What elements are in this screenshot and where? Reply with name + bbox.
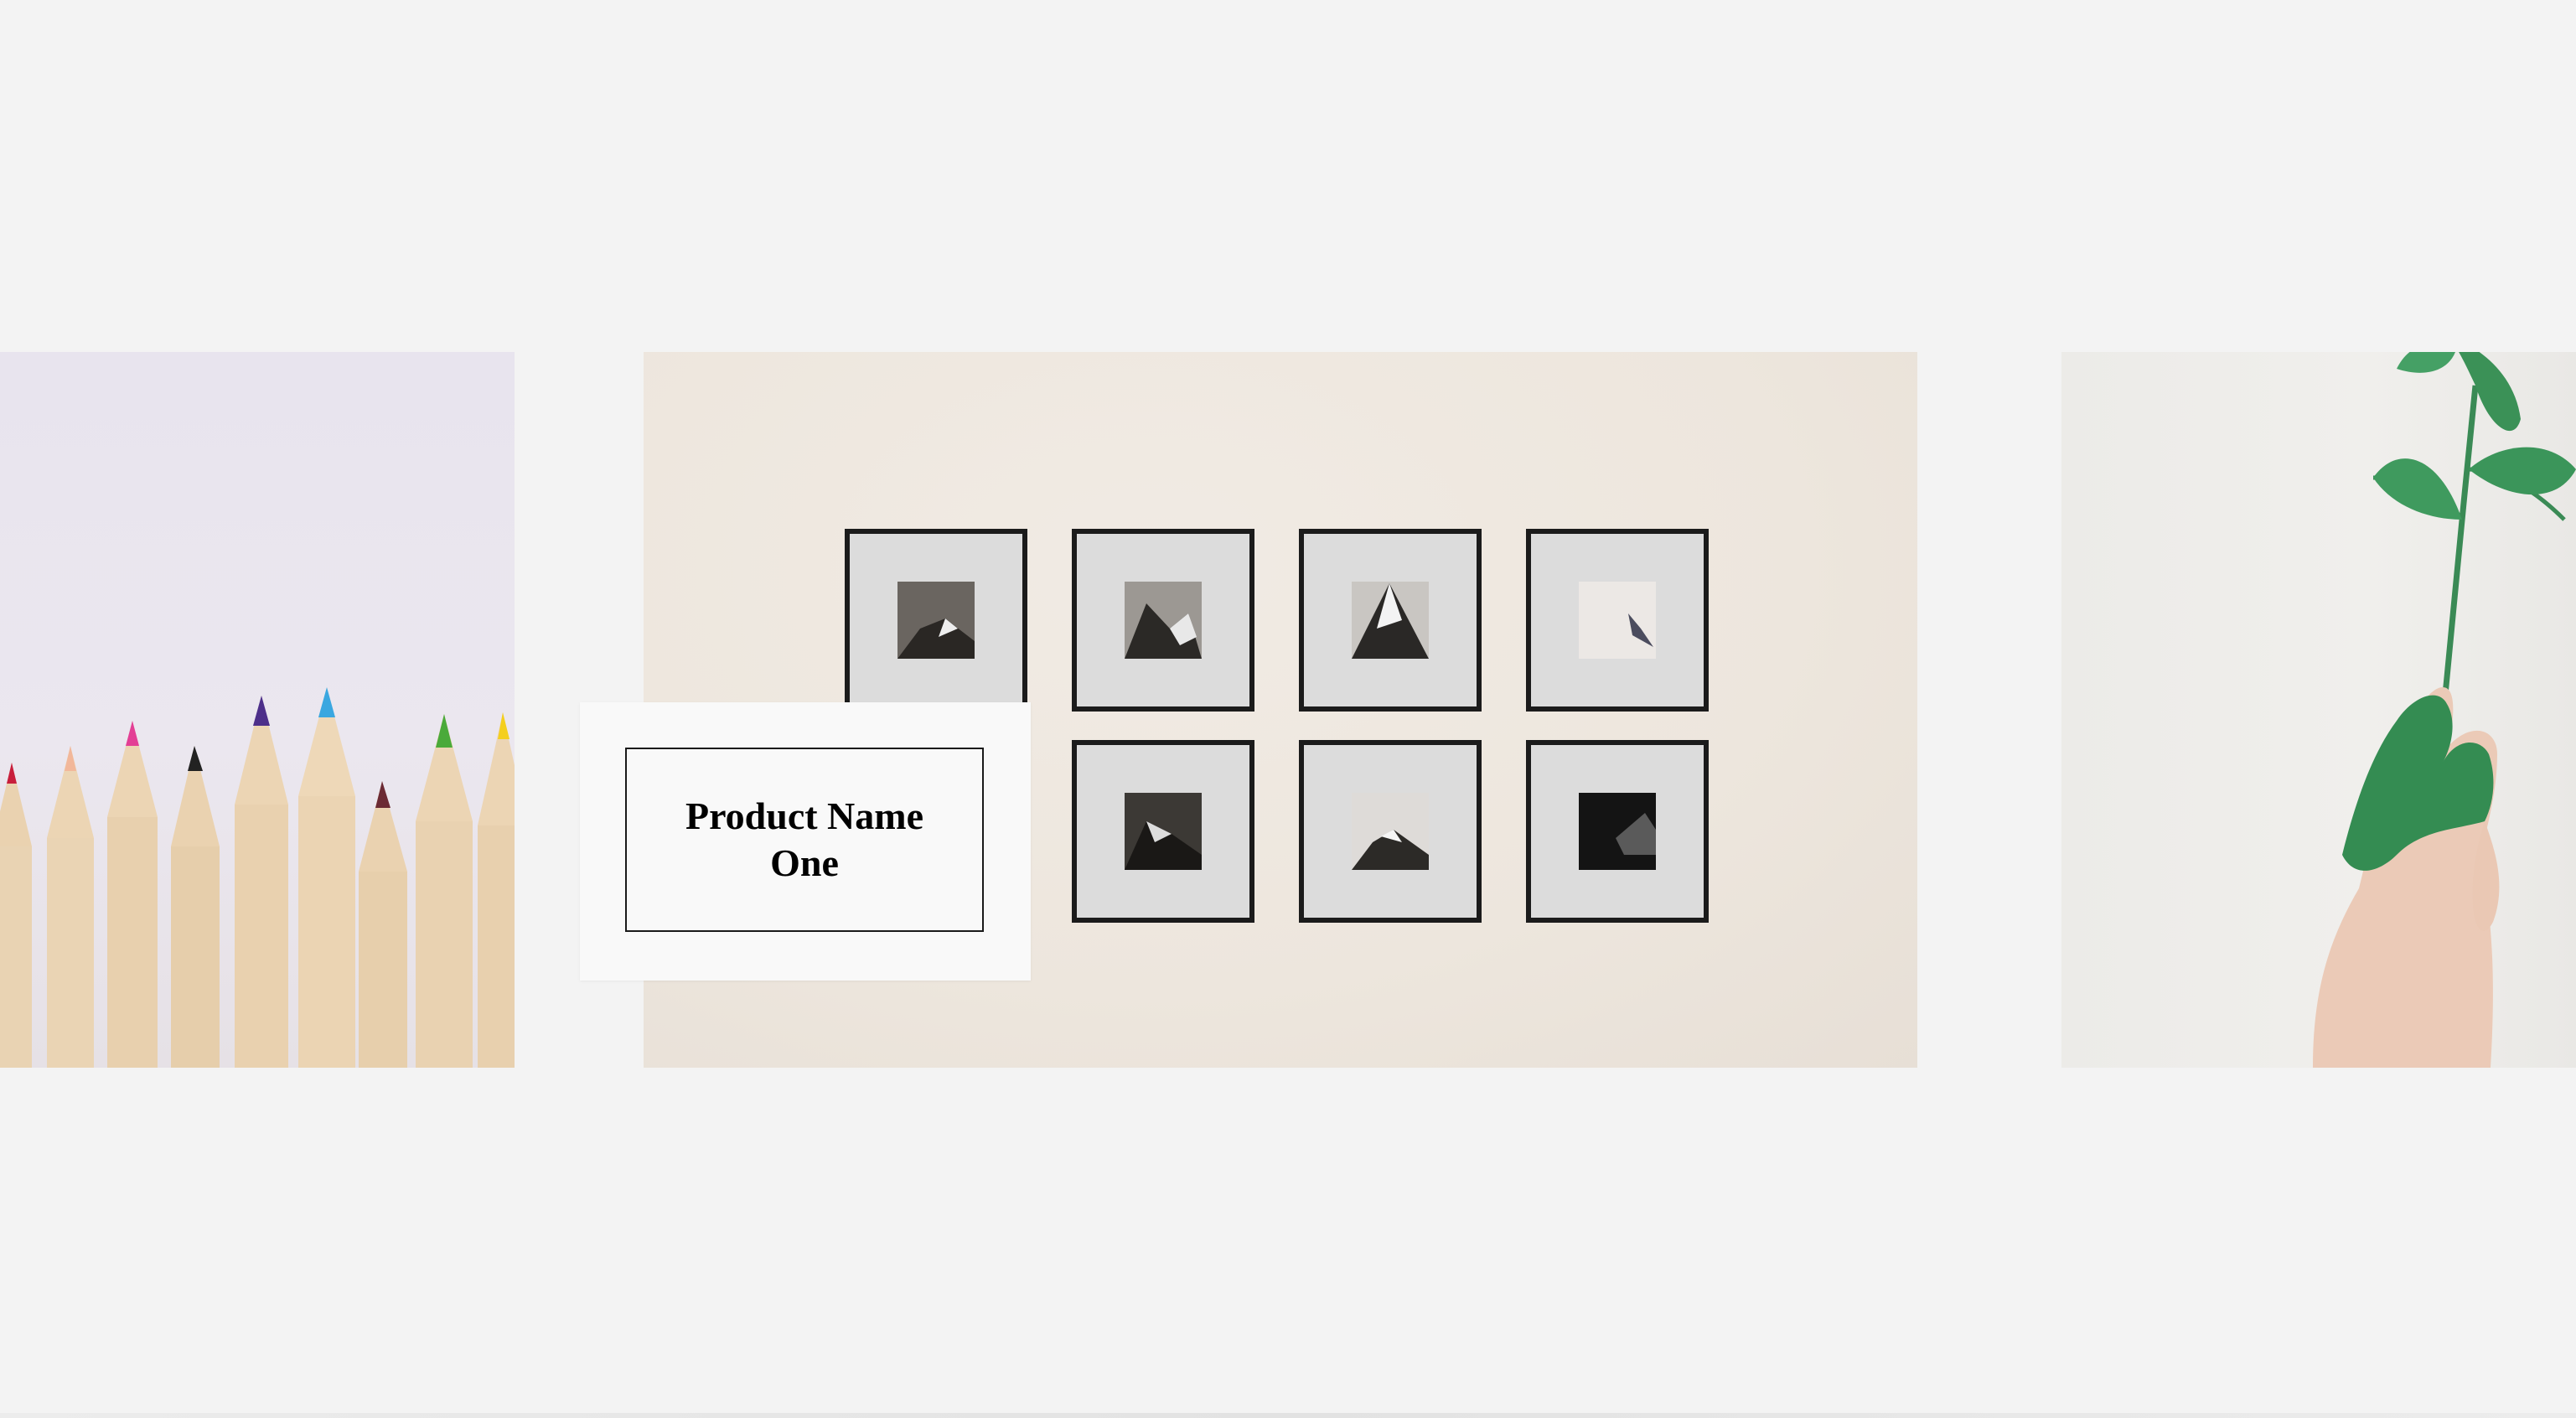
slide-previous[interactable] [0, 352, 515, 1068]
green-painted-hand-plant-photo [2313, 352, 2576, 1068]
page-bottom-edge [0, 1413, 2576, 1418]
slide-next[interactable] [2061, 352, 2576, 1068]
product-caption-card[interactable]: Product Name One [580, 702, 1031, 981]
caption-frame: Product Name One [625, 748, 984, 932]
product-carousel: Product Name One [0, 0, 2576, 1418]
colored-pencils-photo [0, 687, 515, 1068]
product-name: Product Name One [685, 794, 924, 884]
